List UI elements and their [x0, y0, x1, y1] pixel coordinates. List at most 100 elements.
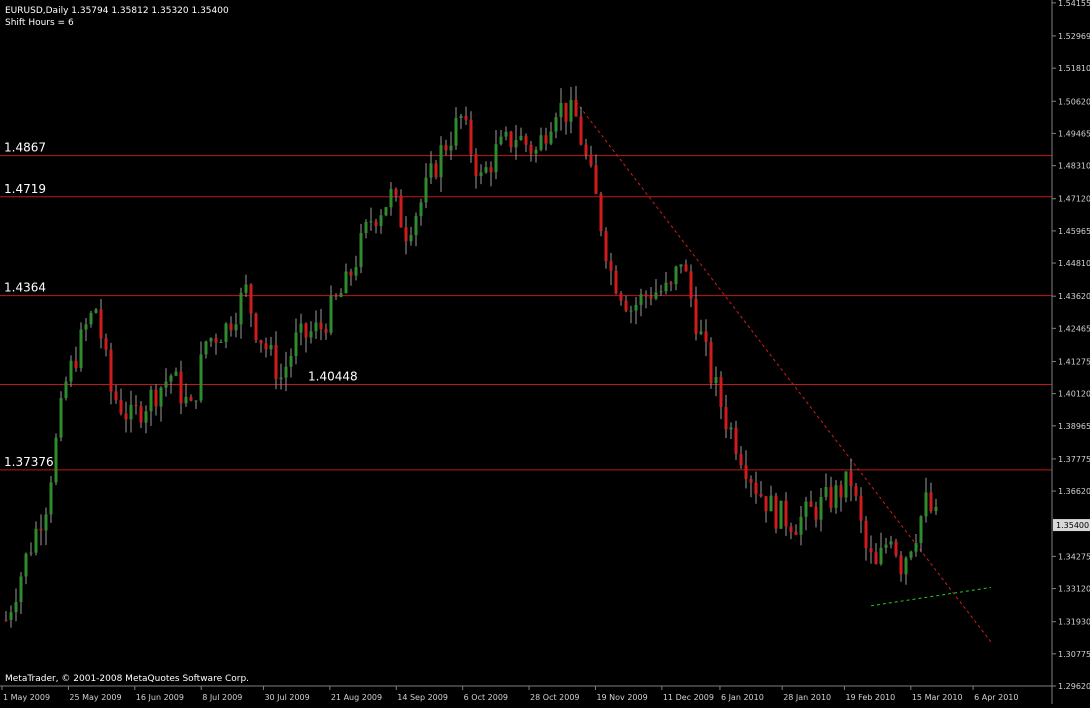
candle-bull: [149, 389, 153, 412]
candle-bull: [679, 264, 683, 267]
candle-bear: [214, 338, 218, 343]
candle-bear: [724, 407, 728, 430]
level-label: 1.4364: [4, 281, 46, 295]
candle-bull: [729, 427, 733, 430]
x-tick-label: 30 Jul 2009: [264, 693, 309, 702]
candle-bull: [534, 149, 538, 154]
candle-bear: [319, 322, 323, 330]
candle-bull: [664, 282, 668, 292]
candle-bear: [829, 487, 833, 508]
candle-bull: [359, 233, 363, 268]
candle-bull: [64, 381, 68, 399]
candle-bear: [179, 371, 183, 404]
candle-bull: [439, 145, 443, 178]
candle-bull: [889, 541, 893, 545]
candle-bull: [879, 547, 883, 564]
y-tick-label: 1.51810: [1058, 64, 1090, 73]
candle-bear: [74, 360, 78, 369]
candle-bear: [404, 227, 408, 242]
candle-bull: [9, 612, 13, 621]
candle-bull: [224, 323, 228, 342]
candle-bear: [594, 165, 598, 194]
candle-bear: [564, 102, 568, 122]
candle-bear: [274, 345, 278, 380]
x-tick-label: 6 Jan 2010: [721, 693, 764, 702]
candle-bull: [94, 309, 98, 313]
candle-bear: [859, 495, 863, 521]
candle-bear: [229, 323, 233, 331]
candle-bull: [554, 117, 558, 132]
x-tick-label: 25 May 2009: [69, 693, 121, 702]
candle-bear: [694, 298, 698, 334]
candle-bear: [604, 231, 608, 262]
candle-bull: [59, 398, 63, 438]
candle-bear: [744, 465, 748, 480]
candle-bull: [449, 145, 453, 151]
y-tick-label: 1.41275: [1058, 357, 1090, 366]
level-label: 1.40448: [308, 369, 358, 383]
candle-bull: [499, 136, 503, 145]
candle-bear: [509, 131, 513, 148]
candle-bear: [394, 189, 398, 196]
candle-bull: [199, 354, 203, 401]
candle-bear: [4, 619, 8, 621]
candle-bull: [479, 172, 483, 177]
candle-bear: [154, 389, 158, 407]
candle-bull: [519, 135, 523, 140]
candle-bull: [204, 341, 208, 355]
candle-bear: [774, 495, 778, 529]
copyright-text: MetaTrader, © 2001-2008 MetaQuotes Softw…: [5, 674, 249, 684]
candle-bear: [39, 528, 43, 531]
y-tick-label: 1.38965: [1058, 422, 1090, 431]
candle-bull: [129, 404, 133, 420]
candle-bear: [259, 340, 263, 344]
candle-bear: [689, 271, 693, 299]
candle-bull: [369, 221, 373, 223]
current-price-label: 1.35400: [1056, 521, 1089, 530]
candle-bull: [819, 496, 823, 520]
y-tick-label: 1.31930: [1058, 618, 1090, 627]
candle-bull: [539, 135, 543, 150]
candle-bear: [754, 482, 758, 495]
candle-bull: [284, 366, 288, 378]
candle-bull: [344, 271, 348, 294]
candle-bear: [104, 338, 108, 350]
candle-bull: [514, 139, 518, 148]
candle-bear: [899, 555, 903, 575]
candle-bear: [119, 399, 123, 414]
x-tick-label: 15 Mar 2010: [912, 693, 963, 702]
candle-bear: [864, 520, 868, 549]
candle-bull: [714, 377, 718, 384]
candle-bear: [704, 331, 708, 342]
y-tick-label: 1.42465: [1058, 324, 1090, 333]
candle-bear: [584, 144, 588, 155]
candle-bull: [429, 163, 433, 178]
x-tick-label: 14 Sep 2009: [397, 693, 448, 702]
y-tick-label: 1.45965: [1058, 227, 1090, 236]
candle-bear: [189, 396, 193, 401]
y-tick-label: 1.37775: [1058, 455, 1090, 464]
candle-bear: [749, 479, 753, 483]
candle-bull: [804, 501, 808, 517]
candle-bull: [194, 400, 198, 402]
candle-bear: [374, 221, 378, 226]
candle-bear: [464, 115, 468, 120]
candle-bear: [719, 377, 723, 408]
candle-bear: [469, 119, 473, 155]
candle-bull: [339, 293, 343, 297]
candle-bull: [674, 266, 678, 285]
y-tick-label: 1.47120: [1058, 195, 1090, 204]
candle-bull: [699, 331, 703, 334]
candle-bear: [734, 427, 738, 455]
candle-bear: [574, 99, 578, 117]
candle-bull: [29, 552, 33, 554]
candle-bull: [244, 284, 248, 293]
candle-bear: [524, 135, 528, 145]
candle-bull: [504, 131, 508, 137]
candle-bull: [454, 118, 458, 146]
candle-bull: [219, 341, 223, 343]
candle-bull: [409, 235, 413, 242]
candle-bear: [624, 300, 628, 311]
candle-bear: [614, 270, 618, 294]
candle-bull: [379, 215, 383, 226]
